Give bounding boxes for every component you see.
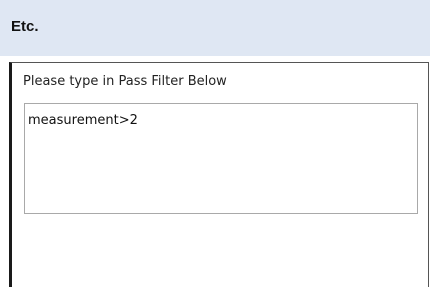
panel-title: Etc. <box>11 18 39 35</box>
pass-filter-input[interactable] <box>24 103 418 214</box>
pass-filter-section: Please type in Pass Filter Below <box>9 62 429 287</box>
pass-filter-label: Please type in Pass Filter Below <box>23 74 227 89</box>
panel-header: Etc. <box>0 0 430 56</box>
